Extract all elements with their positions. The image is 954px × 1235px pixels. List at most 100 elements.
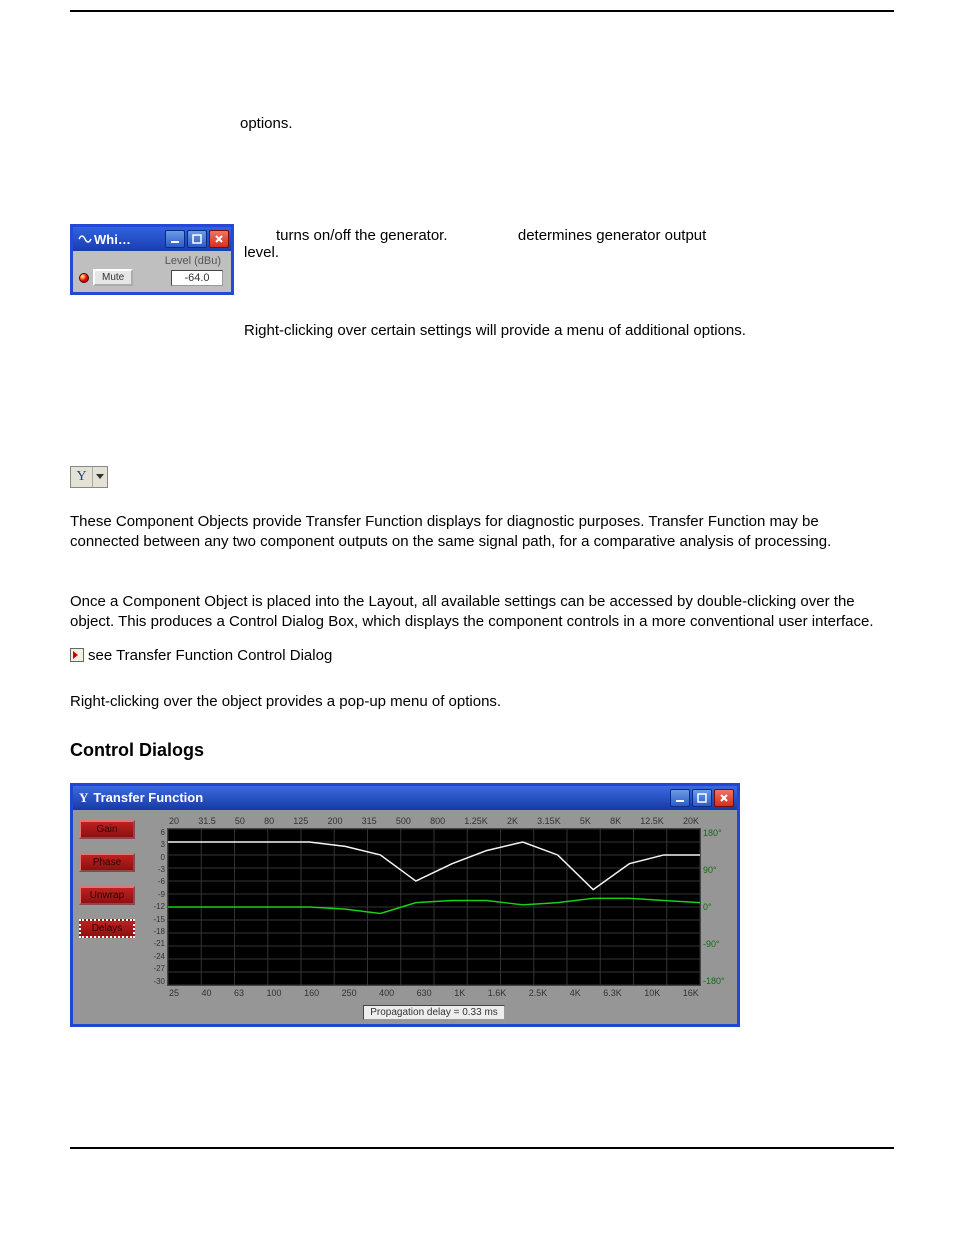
transfer-function-toolbar-button[interactable]: Y bbox=[70, 466, 108, 488]
control-dialogs-heading: Control Dialogs bbox=[70, 740, 884, 761]
gain-button[interactable]: Gain bbox=[79, 820, 135, 839]
page-content: options. Whi… Level (dBu) Mute bbox=[0, 52, 954, 1087]
tf-close-button[interactable] bbox=[714, 789, 734, 807]
sine-icon bbox=[78, 233, 92, 245]
whi-controls: Mute -64.0 bbox=[77, 269, 227, 286]
y-letter-icon: Y bbox=[71, 467, 93, 487]
see-tf-link[interactable]: see Transfer Function Control Dialog bbox=[88, 647, 332, 664]
tick-label: 2K bbox=[507, 816, 518, 826]
tf-button-column: Gain Phase Unwrap Delays bbox=[79, 816, 141, 1020]
tick-label: -21 bbox=[149, 939, 165, 948]
tf-bottom-tick-row: 2540631001602504006301K1.6K2.5K4K6.3K10K… bbox=[167, 988, 701, 998]
see-tf-link-row: see Transfer Function Control Dialog bbox=[70, 647, 884, 664]
tick-label: -12 bbox=[149, 902, 165, 911]
dropdown-arrow-icon[interactable] bbox=[93, 467, 107, 487]
unwrap-button[interactable]: Unwrap bbox=[79, 886, 135, 905]
tick-label: 200 bbox=[327, 816, 342, 826]
tick-label: 180° bbox=[703, 828, 727, 838]
tf-maximize-button[interactable] bbox=[692, 789, 712, 807]
tf-graph-rel: 630-3-6-9-12-15-18-21-24-27-30 180°90°0°… bbox=[167, 828, 701, 986]
tick-label: 80 bbox=[264, 816, 274, 826]
tick-label: 10K bbox=[644, 988, 660, 998]
tick-label: 20 bbox=[169, 816, 179, 826]
tick-label: 400 bbox=[379, 988, 394, 998]
options-text: options. bbox=[240, 114, 884, 134]
tf-footer: Propagation delay = 0.33 ms bbox=[167, 1002, 701, 1020]
tick-label: 250 bbox=[342, 988, 357, 998]
level-determines: determines generator output bbox=[518, 227, 706, 244]
whi-title-text: Whi… bbox=[94, 232, 131, 247]
tick-label: -90° bbox=[703, 939, 727, 949]
tf-top-tick-row: 2031.550801252003155008001.25K2K3.15K5K8… bbox=[167, 816, 701, 826]
tick-label: 630 bbox=[417, 988, 432, 998]
tick-label: 1.25K bbox=[464, 816, 488, 826]
tick-label: -180° bbox=[703, 976, 727, 986]
transfer-function-window: Y Transfer Function Gain Phase Unwrap De… bbox=[70, 783, 740, 1027]
tick-label: -15 bbox=[149, 915, 165, 924]
rightclick-text-1: Right-clicking over certain settings wil… bbox=[244, 321, 884, 341]
tf-content: Gain Phase Unwrap Delays 2031.5508012520… bbox=[73, 810, 737, 1024]
tf-y-right-ticks: 180° 90° 0° -90° -180° bbox=[701, 828, 729, 986]
rightclick-text-2: Right-clicking over the object provides … bbox=[70, 692, 884, 712]
whi-title: Whi… bbox=[76, 232, 163, 247]
tick-label: 12.5K bbox=[640, 816, 664, 826]
tf-title-icon: Y bbox=[79, 790, 88, 806]
tick-label: 16K bbox=[683, 988, 699, 998]
tick-label: 63 bbox=[234, 988, 244, 998]
delays-button[interactable]: Delays bbox=[79, 919, 135, 938]
tick-label: 5K bbox=[580, 816, 591, 826]
tick-label: -30 bbox=[149, 977, 165, 986]
bottom-rule bbox=[70, 1147, 894, 1149]
tick-label: 3.15K bbox=[537, 816, 561, 826]
tick-label: 0° bbox=[703, 902, 727, 912]
tf-title-text: Transfer Function bbox=[93, 790, 203, 805]
y-toolbar-wrap: Y bbox=[70, 466, 884, 488]
mute-button[interactable]: Mute bbox=[93, 269, 133, 286]
tick-label: 50 bbox=[235, 816, 245, 826]
level-value-field[interactable]: -64.0 bbox=[171, 270, 223, 286]
phase-button[interactable]: Phase bbox=[79, 853, 135, 872]
tf-graph[interactable] bbox=[167, 828, 701, 986]
mute-description-line1: turns on/off the generator. determines g… bbox=[276, 227, 884, 244]
whi-body: Level (dBu) Mute -64.0 bbox=[73, 251, 231, 292]
tick-label: -6 bbox=[149, 877, 165, 886]
tick-label: 1K bbox=[454, 988, 465, 998]
tick-label: 500 bbox=[396, 816, 411, 826]
tick-label: 315 bbox=[362, 816, 377, 826]
tf-minimize-button[interactable] bbox=[670, 789, 690, 807]
tick-label: 40 bbox=[202, 988, 212, 998]
tick-label: 20K bbox=[683, 816, 699, 826]
tick-label: 25 bbox=[169, 988, 179, 998]
chevron-down-icon bbox=[96, 474, 104, 479]
tick-label: -18 bbox=[149, 927, 165, 936]
tick-label: 90° bbox=[703, 865, 727, 875]
mute-turns: turns on/off the generator. bbox=[276, 227, 448, 244]
mute-led-icon bbox=[79, 273, 89, 283]
close-button[interactable] bbox=[209, 230, 229, 248]
tf-title: Y Transfer Function bbox=[79, 790, 668, 806]
tick-label: 3 bbox=[149, 840, 165, 849]
tick-label: 4K bbox=[570, 988, 581, 998]
transfer-paragraph-2: Once a Component Object is placed into t… bbox=[70, 592, 884, 633]
whi-titlebar: Whi… bbox=[73, 227, 231, 251]
tick-label: 1.6K bbox=[488, 988, 507, 998]
tick-label: -9 bbox=[149, 890, 165, 899]
tick-label: 125 bbox=[293, 816, 308, 826]
propagation-delay-field[interactable]: Propagation delay = 0.33 ms bbox=[363, 1005, 505, 1020]
tick-label: 800 bbox=[430, 816, 445, 826]
tick-label: 8K bbox=[610, 816, 621, 826]
tf-graph-area: 2031.550801252003155008001.25K2K3.15K5K8… bbox=[145, 816, 731, 1020]
tf-titlebar: Y Transfer Function bbox=[73, 786, 737, 810]
minimize-button[interactable] bbox=[165, 230, 185, 248]
top-rule bbox=[70, 10, 894, 12]
whi-row: Whi… Level (dBu) Mute -64.0 turns on/off… bbox=[70, 224, 884, 355]
tf-y-left-ticks: 630-3-6-9-12-15-18-21-24-27-30 bbox=[147, 828, 167, 986]
tick-label: 100 bbox=[267, 988, 282, 998]
tick-label: 0 bbox=[149, 853, 165, 862]
tick-label: -27 bbox=[149, 964, 165, 973]
tick-label: 2.5K bbox=[529, 988, 548, 998]
whi-window: Whi… Level (dBu) Mute -64.0 bbox=[70, 224, 234, 295]
maximize-button[interactable] bbox=[187, 230, 207, 248]
tick-label: 6.3K bbox=[603, 988, 622, 998]
level-label: Level (dBu) bbox=[77, 255, 227, 267]
